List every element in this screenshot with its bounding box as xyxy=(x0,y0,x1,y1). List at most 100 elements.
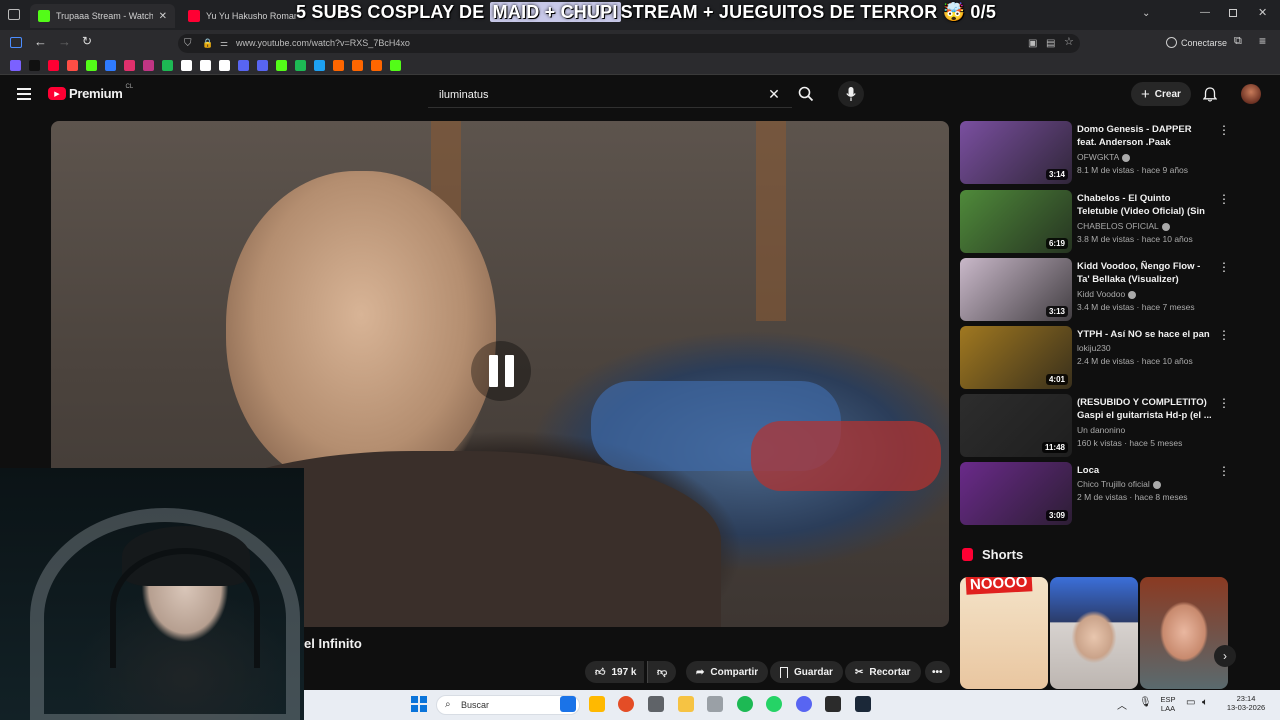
tab-yuyu-hakusho[interactable]: Yu Yu Hakusho Romantic fi xyxy=(180,4,296,28)
recommendation-item[interactable]: 6:19 Chabelos - El Quinto Teletubie (Vide… xyxy=(960,190,1230,254)
recommendation-title[interactable]: Loca xyxy=(1077,464,1212,477)
bookmark-favicon-icon[interactable] xyxy=(105,60,116,71)
video-thumbnail[interactable]: 6:19 xyxy=(960,190,1072,253)
connect-button[interactable]: Conectarse xyxy=(1166,37,1227,48)
taskbar-app-icon[interactable] xyxy=(707,696,723,712)
taskbar-app-icon[interactable] xyxy=(589,696,605,712)
bookmark-favicon-icon[interactable] xyxy=(143,60,154,71)
search-input[interactable]: iluminatus xyxy=(428,82,792,108)
recommendation-title[interactable]: Kidd Voodoo, Ñengo Flow - Ta' Bellaka (V… xyxy=(1077,260,1212,286)
bookmark-favicon-icon[interactable] xyxy=(219,60,230,71)
pause-icon[interactable] xyxy=(471,341,531,401)
site-permissions-icon[interactable]: ⚌ xyxy=(220,34,228,53)
pocket-icon[interactable]: ▤ xyxy=(1046,34,1055,53)
bookmark-favicon-icon[interactable] xyxy=(371,60,382,71)
bookmark-favicon-icon[interactable] xyxy=(181,60,192,71)
bookmark-favicon-icon[interactable] xyxy=(48,60,59,71)
recommendation-title[interactable]: YTPH - Así NO se hace el pan xyxy=(1077,328,1212,341)
back-icon[interactable]: ← xyxy=(34,34,47,49)
avatar[interactable] xyxy=(1241,84,1261,104)
forward-icon[interactable]: → xyxy=(58,34,71,49)
more-options-icon[interactable]: ⋮ xyxy=(1218,192,1230,206)
save-button[interactable]: Guardar xyxy=(770,661,843,683)
video-thumbnail[interactable]: 4:01 xyxy=(960,326,1072,389)
bookmark-favicon-icon[interactable] xyxy=(390,60,401,71)
hamburger-menu-icon[interactable] xyxy=(16,86,32,102)
more-options-icon[interactable]: ⋮ xyxy=(1218,328,1230,342)
more-options-icon[interactable]: ⋮ xyxy=(1218,396,1230,410)
taskbar-app-icon[interactable] xyxy=(855,696,871,712)
recommendation-item[interactable]: 4:01 YTPH - Así NO se hace el pan lokiju23… xyxy=(960,326,1230,390)
clip-button[interactable]: ✂ Recortar xyxy=(845,661,921,683)
tab-list-chevron-icon[interactable]: ⌄ xyxy=(1142,8,1150,19)
extensions-icon[interactable]: ⧉ xyxy=(1234,35,1242,48)
channel-name[interactable]: Un danonino xyxy=(1077,425,1125,435)
bookmark-favicon-icon[interactable] xyxy=(333,60,344,71)
bookmark-favicon-icon[interactable] xyxy=(86,60,97,71)
video-thumbnail[interactable]: 3:09 xyxy=(960,462,1072,525)
share-button[interactable]: ➦ Compartir xyxy=(686,661,769,683)
youtube-premium-logo[interactable]: ▶ Premium CL xyxy=(48,84,133,101)
recommendation-title[interactable]: Chabelos - El Quinto Teletubie (Video Of… xyxy=(1077,192,1212,219)
network-icon[interactable]: ▭ xyxy=(1186,697,1195,708)
short-item[interactable]: NOOOO xyxy=(960,577,1048,689)
address-bar[interactable]: ⛉ 🔒 ⚌ www.youtube.com/watch?v=RXS_7BcH4x… xyxy=(178,34,1080,53)
taskbar-app-icon[interactable] xyxy=(618,696,634,712)
taskbar-app-icon[interactable] xyxy=(648,696,664,712)
workspaces-icon[interactable] xyxy=(8,9,20,20)
clear-search-icon[interactable]: ✕ xyxy=(766,86,782,102)
bookmark-favicon-icon[interactable] xyxy=(200,60,211,71)
menu-icon[interactable]: ≡ xyxy=(1259,34,1266,48)
microphone-icon[interactable]: 🎙︎ xyxy=(1139,697,1152,708)
clock[interactable]: 23:14 13-03-2026 xyxy=(1220,694,1272,712)
more-options-icon[interactable]: ⋮ xyxy=(1218,260,1230,274)
lock-icon[interactable]: 🔒 xyxy=(202,34,213,53)
bookmark-favicon-icon[interactable] xyxy=(257,60,268,71)
channel-name[interactable]: Kidd Voodoo xyxy=(1077,289,1137,299)
notifications-bell-icon[interactable] xyxy=(1202,86,1218,102)
language-indicator[interactable]: ESP LAA xyxy=(1158,695,1178,713)
taskbar-app-icon[interactable] xyxy=(678,696,694,712)
volume-icon[interactable]: 🔈︎ xyxy=(1202,697,1208,708)
close-tab-icon[interactable]: ✕ xyxy=(159,11,167,22)
reload-icon[interactable]: ↻ xyxy=(82,34,92,48)
taskbar-app-icon[interactable] xyxy=(766,696,782,712)
bookmark-favicon-icon[interactable] xyxy=(124,60,135,71)
windows-start-icon[interactable] xyxy=(411,696,427,712)
search-icon[interactable] xyxy=(796,84,816,104)
bookmark-favicon-icon[interactable] xyxy=(295,60,306,71)
voice-search-mic-icon[interactable] xyxy=(838,81,864,107)
recommendation-title[interactable]: (RESUBIDO Y COMPLETITO) Gaspi el guitarr… xyxy=(1077,396,1212,422)
bookmark-favicon-icon[interactable] xyxy=(314,60,325,71)
taskbar-search-input[interactable]: ⌕ Buscar xyxy=(436,695,580,715)
tracking-shield-icon[interactable]: ⛉ xyxy=(184,34,192,53)
bookmark-favicon-icon[interactable] xyxy=(10,60,21,71)
video-thumbnail[interactable]: 11:48 xyxy=(960,394,1072,457)
video-thumbnail[interactable]: 3:14 xyxy=(960,121,1072,184)
taskbar-app-icon[interactable] xyxy=(796,696,812,712)
restore-icon[interactable] xyxy=(1229,9,1237,17)
bookmark-favicon-icon[interactable] xyxy=(67,60,78,71)
bookmark-star-icon[interactable]: ☆ xyxy=(1064,33,1074,52)
bookmark-favicon-icon[interactable] xyxy=(238,60,249,71)
sidebar-toggle-icon[interactable] xyxy=(10,37,22,48)
channel-name[interactable]: Chico Trujillo oficial xyxy=(1077,479,1161,489)
short-item[interactable] xyxy=(1140,577,1228,689)
dislike-button[interactable]: 👎︎ xyxy=(647,661,677,683)
taskbar-app-icon[interactable] xyxy=(560,696,576,712)
create-button[interactable]: + Crear xyxy=(1131,82,1191,106)
tray-chevron-up-icon[interactable]: ︿ xyxy=(1117,697,1127,712)
channel-name[interactable]: CHABELOS OFICIAL xyxy=(1077,221,1170,231)
shorts-next-chevron-icon[interactable]: › xyxy=(1214,645,1236,667)
like-button[interactable]: 👍︎ 197 k xyxy=(585,661,645,683)
recommendation-item[interactable]: 3:13 Kidd Voodoo, Ñengo Flow - Ta' Bellak… xyxy=(960,258,1230,322)
bookmark-favicon-icon[interactable] xyxy=(276,60,287,71)
more-options-icon[interactable]: ⋮ xyxy=(1218,123,1230,137)
short-item[interactable] xyxy=(1050,577,1138,689)
more-actions-button[interactable]: ••• xyxy=(925,661,950,683)
taskbar-app-icon[interactable] xyxy=(825,696,841,712)
video-thumbnail[interactable]: 3:13 xyxy=(960,258,1072,321)
tab-trupaaa-stream[interactable]: Trupaaa Stream - Watch Live on ✕ xyxy=(30,4,175,28)
recommendation-title[interactable]: Domo Genesis - DAPPER feat. Anderson .Pa… xyxy=(1077,123,1212,149)
recommendation-item[interactable]: 3:14 Domo Genesis - DAPPER feat. Anderson… xyxy=(960,121,1230,185)
